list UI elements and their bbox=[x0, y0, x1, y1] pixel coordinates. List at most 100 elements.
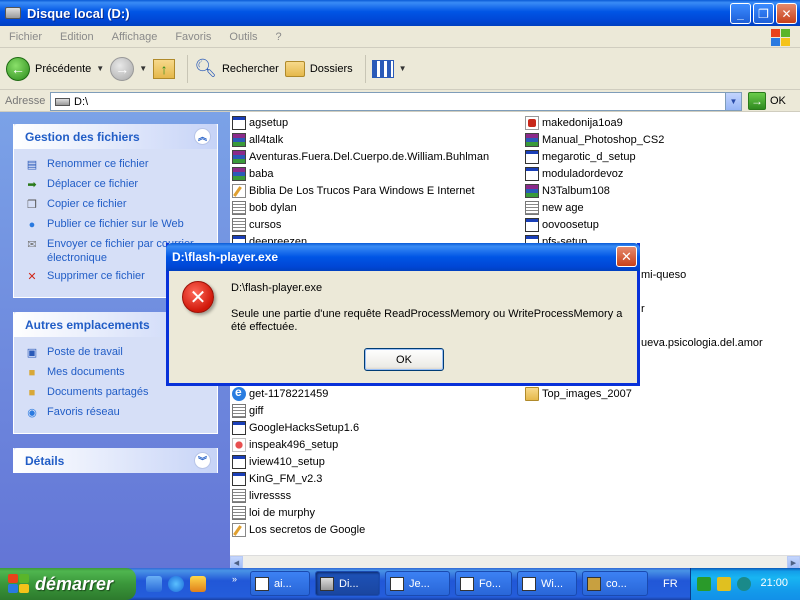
file-item[interactable]: megarotic_d_setup bbox=[525, 148, 664, 165]
menu-favoris[interactable]: Favoris bbox=[166, 31, 220, 43]
shared-folder-icon: ■ bbox=[28, 387, 36, 399]
file-item[interactable]: agsetup bbox=[232, 114, 489, 131]
file-column-1: agsetup all4talk Aventuras.Fuera.Del.Cue… bbox=[232, 114, 489, 250]
file-item[interactable]: Aventuras.Fuera.Del.Cuerpo.de.William.Bu… bbox=[232, 148, 489, 165]
menu-fichier[interactable]: Fichier bbox=[0, 31, 51, 43]
text-icon bbox=[232, 200, 246, 215]
task-rename[interactable]: ▤ Renommer ce fichier bbox=[24, 157, 211, 173]
taskbar-item[interactable]: Wi... bbox=[517, 571, 577, 596]
go-arrow-icon: → bbox=[748, 92, 766, 110]
file-item[interactable]: mi-queso bbox=[641, 266, 686, 283]
file-tasks-header[interactable]: Gestion des fichiers ︽ bbox=[14, 124, 217, 149]
file-item[interactable]: moduladordevoz bbox=[525, 165, 664, 182]
minimize-button[interactable]: _ bbox=[730, 3, 751, 24]
media-player-icon[interactable] bbox=[190, 576, 206, 592]
forward-button[interactable]: → ▼ bbox=[110, 56, 147, 81]
file-item[interactable]: Top_images_2007 bbox=[525, 385, 632, 402]
dialog-close-button[interactable]: ✕ bbox=[616, 246, 637, 267]
file-item[interactable]: KinG_FM_v2.3 bbox=[232, 470, 365, 487]
taskbar-item[interactable]: Fo... bbox=[455, 571, 512, 596]
file-item[interactable]: bob dylan bbox=[232, 199, 489, 216]
internet-explorer-icon[interactable] bbox=[168, 576, 184, 592]
back-dropdown-icon[interactable]: ▼ bbox=[96, 64, 104, 73]
text-icon bbox=[232, 403, 246, 418]
text-icon bbox=[232, 217, 246, 232]
file-name: Los secretos de Google bbox=[249, 523, 366, 536]
up-folder-button[interactable]: ↑ bbox=[153, 58, 176, 79]
file-item[interactable]: all4talk bbox=[232, 131, 489, 148]
collapse-chevron-icon[interactable]: ︽ bbox=[194, 128, 211, 145]
file-item[interactable]: livressss bbox=[232, 487, 365, 504]
menu-edition[interactable]: Edition bbox=[51, 31, 103, 43]
toolbar-separator bbox=[187, 54, 189, 83]
menu-affichage[interactable]: Affichage bbox=[103, 31, 167, 43]
file-item[interactable]: Biblia De Los Trucos Para Windows E Inte… bbox=[232, 182, 489, 199]
ok-button[interactable]: OK bbox=[364, 348, 444, 371]
file-item[interactable]: inspeak496_setup bbox=[232, 436, 365, 453]
file-item[interactable]: cursos bbox=[232, 216, 489, 233]
details-header[interactable]: Détails ︾ bbox=[14, 448, 217, 473]
start-button[interactable]: démarrer bbox=[0, 568, 136, 600]
file-item[interactable]: loi de murphy bbox=[232, 504, 365, 521]
views-button[interactable]: ▼ bbox=[371, 59, 407, 78]
file-item[interactable]: N3Talbum108 bbox=[525, 182, 664, 199]
file-item[interactable]: r bbox=[641, 300, 645, 317]
maximize-button[interactable]: ❐ bbox=[753, 3, 774, 24]
language-indicator[interactable]: FR bbox=[663, 578, 678, 590]
tray-icon[interactable] bbox=[717, 577, 731, 591]
rar-icon bbox=[232, 166, 246, 181]
tray-icon[interactable] bbox=[737, 577, 751, 591]
taskbar: démarrer » ai... Di... Je... Fo... Wi...… bbox=[0, 568, 800, 600]
place-network[interactable]: ◉ Favoris réseau bbox=[24, 405, 211, 421]
menu-outils[interactable]: Outils bbox=[220, 31, 266, 43]
file-item[interactable]: ueva.psicologia.del.amor bbox=[641, 334, 763, 351]
file-name: livressss bbox=[249, 489, 292, 502]
file-item[interactable]: oovoosetup bbox=[525, 216, 664, 233]
taskbar-item[interactable]: co... bbox=[582, 571, 648, 596]
address-dropdown-button[interactable]: ▼ bbox=[725, 93, 741, 110]
menu-help[interactable]: ? bbox=[267, 31, 291, 43]
views-dropdown-icon[interactable]: ▼ bbox=[399, 64, 407, 73]
window-titlebar[interactable]: Disque local (D:) _ ❐ ✕ bbox=[0, 0, 800, 26]
close-button[interactable]: ✕ bbox=[776, 3, 797, 24]
file-item[interactable]: new age bbox=[525, 199, 664, 216]
dialog-title: D:\flash-player.exe bbox=[172, 250, 279, 264]
file-item[interactable]: Manual_Photoshop_CS2 bbox=[525, 131, 664, 148]
file-name: Aventuras.Fuera.Del.Cuerpo.de.William.Bu… bbox=[249, 150, 490, 163]
windows-logo-icon bbox=[770, 28, 790, 46]
task-copy[interactable]: ❐ Copier ce fichier bbox=[24, 197, 211, 213]
file-item[interactable]: baba bbox=[232, 165, 489, 182]
move-icon: ➡ bbox=[27, 179, 37, 191]
file-name: iview410_setup bbox=[249, 455, 325, 468]
address-input[interactable]: D:\ ▼ bbox=[50, 92, 742, 111]
file-item[interactable]: giff bbox=[232, 402, 365, 419]
rar-icon bbox=[525, 132, 539, 147]
taskbar-item[interactable]: Je... bbox=[385, 571, 450, 596]
expand-chevron-icon[interactable]: ︾ bbox=[194, 452, 211, 469]
quick-launch-more-icon[interactable]: » bbox=[232, 574, 237, 584]
tray-icon[interactable] bbox=[697, 577, 711, 591]
show-desktop-icon[interactable] bbox=[146, 576, 162, 592]
task-publish[interactable]: ● Publier ce fichier sur le Web bbox=[24, 217, 211, 233]
search-button[interactable]: 🔍︎ Rechercher bbox=[194, 58, 279, 79]
file-partial-1: mi-queso bbox=[641, 266, 686, 283]
file-item[interactable]: get-1178221459 bbox=[232, 385, 365, 402]
horizontal-scrollbar[interactable]: ◀ ▶ bbox=[230, 555, 800, 569]
task-move[interactable]: ➡ Déplacer ce fichier bbox=[24, 177, 211, 193]
file-item[interactable]: GoogleHacksSetup1.6 bbox=[232, 419, 365, 436]
go-button[interactable]: → OK bbox=[748, 92, 786, 110]
app-icon bbox=[232, 437, 246, 452]
exe-icon bbox=[232, 420, 246, 435]
back-button[interactable]: ← Précédente ▼ bbox=[6, 56, 104, 81]
file-item[interactable]: iview410_setup bbox=[232, 453, 365, 470]
file-name: GoogleHacksSetup1.6 bbox=[249, 421, 360, 434]
file-item[interactable]: makedonija1oa9 bbox=[525, 114, 664, 131]
place-label: Poste de travail bbox=[47, 346, 123, 358]
file-item[interactable]: Los secretos de Google bbox=[232, 521, 365, 538]
dialog-titlebar[interactable]: D:\flash-player.exe ✕ bbox=[166, 243, 640, 271]
place-shared-documents[interactable]: ■ Documents partagés bbox=[24, 385, 211, 401]
folders-button[interactable]: Dossiers bbox=[284, 60, 353, 77]
taskbar-item-active[interactable]: Di... bbox=[315, 571, 380, 596]
taskbar-item[interactable]: ai... bbox=[250, 571, 310, 596]
forward-dropdown-icon[interactable]: ▼ bbox=[139, 64, 147, 73]
